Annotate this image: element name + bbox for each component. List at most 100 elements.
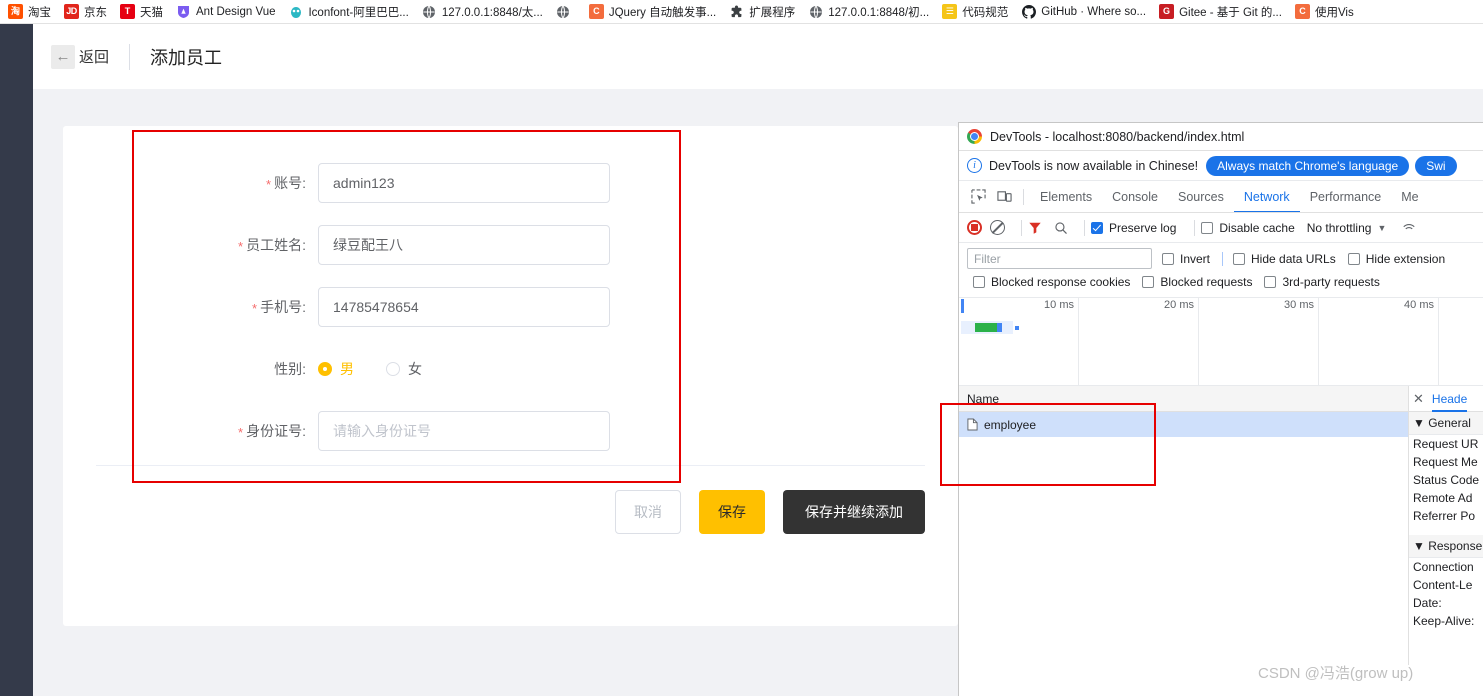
tab-console[interactable]: Console <box>1102 181 1168 212</box>
bookmark-label: 天猫 <box>140 6 163 19</box>
bookmark-globe-blank[interactable] <box>550 1 582 23</box>
filter-input[interactable] <box>967 248 1152 269</box>
bookmark-tmall[interactable]: T 天猫 <box>114 1 169 23</box>
required-star: * <box>266 177 272 192</box>
hide-data-urls-checkbox[interactable]: Hide data URLs <box>1233 252 1336 266</box>
filter-row-primary: Invert Hide data URLs Hide extension <box>967 248 1475 269</box>
bookmark-label: 127.0.0.1:8848/太... <box>441 6 543 19</box>
inspect-element-icon[interactable] <box>965 184 991 210</box>
gender-option-female[interactable]: 女 <box>386 359 422 379</box>
invert-checkbox[interactable]: Invert <box>1162 252 1210 266</box>
tmall-icon: T <box>120 4 135 19</box>
disable-cache-checkbox[interactable]: Disable cache <box>1201 221 1295 235</box>
gender-label-male: 男 <box>340 361 354 377</box>
blocked-response-cookies-checkbox[interactable]: Blocked response cookies <box>973 275 1130 289</box>
header-row: Status Code <box>1413 473 1480 487</box>
id-card-input[interactable] <box>318 411 610 451</box>
bookmark-local-8848-b[interactable]: 127.0.0.1:8848/初... <box>802 1 935 23</box>
bookmark-jquery[interactable]: C JQuery 自动触发事... <box>583 1 722 23</box>
header-row: Content-Le <box>1413 578 1473 592</box>
record-stop-icon[interactable] <box>967 220 982 235</box>
tab-sources[interactable]: Sources <box>1168 181 1234 212</box>
phone-input[interactable] <box>318 287 610 327</box>
timeline-bar-wait <box>997 323 1002 332</box>
tab-headers[interactable]: Heade <box>1432 386 1467 412</box>
filter-row-secondary: Blocked response cookies Blocked request… <box>967 275 1475 289</box>
label-phone: * 手机号: <box>63 297 318 317</box>
clear-icon[interactable] <box>990 220 1005 235</box>
chrome-logo-icon <box>967 129 982 144</box>
third-party-requests-label: 3rd-party requests <box>1282 275 1380 289</box>
filter-icon[interactable] <box>1028 221 1042 235</box>
third-party-requests-checkbox[interactable]: 3rd-party requests <box>1264 275 1380 289</box>
globe-icon <box>808 4 823 19</box>
timeline-tick: 30 ms <box>1199 298 1319 385</box>
iconfont-icon <box>288 4 303 19</box>
table-row[interactable]: employee <box>959 412 1408 437</box>
bookmark-extensions[interactable]: 扩展程序 <box>723 1 801 23</box>
network-timeline-overview[interactable]: 10 ms 20 ms 30 ms 40 ms <box>959 298 1483 386</box>
throttling-select-value[interactable]: No throttling <box>1307 221 1372 235</box>
section-general[interactable]: ▼ General <box>1409 412 1483 435</box>
timeline-marker-dot <box>1015 326 1019 330</box>
bookmark-label: 京东 <box>84 6 107 19</box>
jd-icon: JD <box>64 4 79 19</box>
label-text: 员工姓名: <box>246 237 306 253</box>
header-row: Keep-Alive: <box>1413 614 1475 628</box>
bookmark-taobao[interactable]: 淘淘宝 <box>2 1 57 23</box>
request-table: Name employee <box>959 386 1409 665</box>
tab-elements[interactable]: Elements <box>1030 181 1102 212</box>
bookmark-antdv[interactable]: Ant Design Vue <box>170 1 281 23</box>
header-row: Remote Ad <box>1413 491 1473 505</box>
employee-name-input[interactable] <box>318 225 610 265</box>
timeline-tick-label: 30 ms <box>1284 299 1314 311</box>
radio-unchecked-icon <box>386 362 400 376</box>
tab-memory[interactable]: Me <box>1391 181 1428 212</box>
jquery-icon: C <box>1294 4 1310 19</box>
toolbar-separator <box>1021 219 1022 236</box>
close-icon[interactable]: ✕ <box>1413 391 1424 407</box>
bookmark-label: 淘宝 <box>28 6 51 19</box>
preserve-log-checkbox[interactable]: Preserve log <box>1091 221 1176 235</box>
info-icon: i <box>967 158 982 173</box>
device-toolbar-icon[interactable] <box>991 184 1017 210</box>
timeline-tick: 40 ms <box>1319 298 1439 385</box>
wifi-icon[interactable] <box>1396 215 1422 241</box>
infobar-message: DevTools is now available in Chinese! <box>989 158 1199 173</box>
gender-option-male[interactable]: 男 <box>318 359 354 379</box>
cancel-button[interactable]: 取消 <box>615 490 681 534</box>
section-response-headers[interactable]: ▼ Response <box>1409 535 1483 558</box>
bookmark-github[interactable]: GitHub · Where so... <box>1015 1 1152 23</box>
bookmark-codestyle[interactable]: ☰ 代码规范 <box>936 1 1014 23</box>
back-button[interactable]: ← 返回 <box>51 44 109 69</box>
hide-data-urls-label: Hide data URLs <box>1251 251 1336 266</box>
save-and-continue-button[interactable]: 保存并继续添加 <box>783 490 925 534</box>
blocked-requests-label: Blocked requests <box>1160 275 1253 289</box>
section-title: General <box>1428 416 1471 430</box>
username-input[interactable] <box>318 163 610 203</box>
bookmark-jd[interactable]: JD 京东 <box>58 1 113 23</box>
bookmark-vis[interactable]: C 使用Vis <box>1289 1 1360 23</box>
form-row-gender: 性别: 男 女 <box>63 338 958 400</box>
bookmark-local-8848-a[interactable]: 127.0.0.1:8848/太... <box>416 1 549 23</box>
preserve-log-label: Preserve log <box>1109 220 1177 235</box>
bookmarks-bar: 淘淘宝 JD 京东 T 天猫 Ant Design Vue Iconfont-阿里巴… <box>0 0 1483 24</box>
header-row: Connection <box>1413 560 1474 574</box>
chevron-down-icon[interactable]: ▼ <box>1377 223 1386 233</box>
search-icon[interactable] <box>1054 221 1068 235</box>
blocked-requests-checkbox[interactable]: Blocked requests <box>1142 275 1252 289</box>
switch-language-button[interactable]: Swi <box>1415 155 1457 176</box>
tab-network[interactable]: Network <box>1234 181 1300 212</box>
bookmark-iconfont[interactable]: Iconfont-阿里巴巴... <box>282 1 414 23</box>
column-header-name: Name <box>967 391 1000 406</box>
always-match-language-button[interactable]: Always match Chrome's language <box>1206 155 1410 176</box>
label-text: 账号: <box>274 175 306 191</box>
hide-extension-urls-checkbox[interactable]: Hide extension <box>1347 252 1445 266</box>
required-star: * <box>252 301 258 316</box>
save-button[interactable]: 保存 <box>699 490 765 534</box>
tab-performance[interactable]: Performance <box>1300 181 1392 212</box>
timeline-tick: 10 ms <box>959 298 1079 385</box>
bookmark-gitee[interactable]: G Gitee - 基于 Git 的... <box>1153 1 1288 23</box>
bookmark-label: Gitee - 基于 Git 的... <box>1179 6 1282 19</box>
github-icon <box>1021 4 1037 19</box>
